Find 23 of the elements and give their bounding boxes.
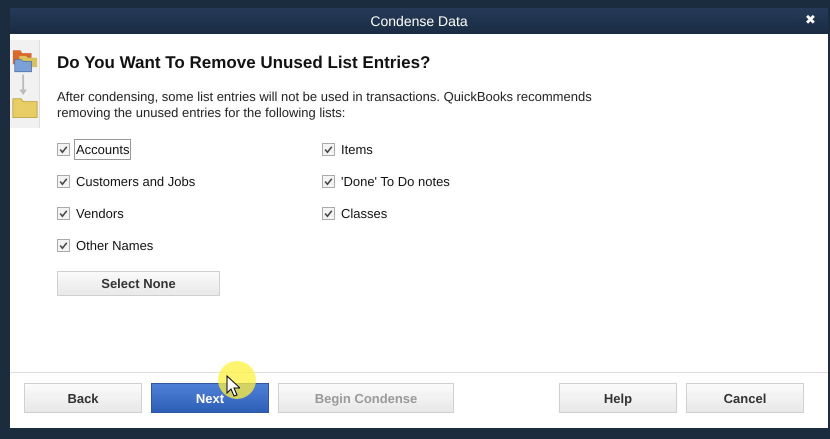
checkbox[interactable] xyxy=(322,206,335,220)
checkbox-label[interactable]: 'Done' To Do notes xyxy=(339,170,452,192)
checkbox[interactable] xyxy=(322,142,335,156)
checkbox[interactable] xyxy=(57,174,70,188)
close-button[interactable]: ✖ xyxy=(805,12,816,27)
heading: Do You Want To Remove Unused List Entries? xyxy=(57,53,432,73)
checkbox[interactable] xyxy=(57,206,70,220)
description: After condensing, some list entries will not be used in transactions. QuickBooks recommends removing the unused entries for the following lists: xyxy=(57,89,593,121)
checkbox-label[interactable]: Other Names xyxy=(74,234,156,256)
dialog-button[interactable]: Back xyxy=(24,383,142,413)
checkbox-label[interactable]: Items xyxy=(339,138,375,160)
checkbox[interactable] xyxy=(322,174,335,188)
dialog-button[interactable]: Help xyxy=(559,383,677,413)
checkbox-label[interactable]: Vendors xyxy=(74,202,126,224)
mouse-pointer-icon xyxy=(226,375,240,397)
dialog-button[interactable]: Cancel xyxy=(686,383,804,413)
checkbox[interactable] xyxy=(57,238,70,252)
checkbox[interactable] xyxy=(57,142,70,156)
checkbox-label[interactable]: Classes xyxy=(339,202,390,224)
checkbox-label[interactable]: Accounts xyxy=(74,138,132,160)
select-none-button[interactable]: Select None xyxy=(57,271,220,296)
window-title: Condense Data xyxy=(370,13,468,29)
checkbox-label[interactable]: Customers and Jobs xyxy=(74,170,198,192)
